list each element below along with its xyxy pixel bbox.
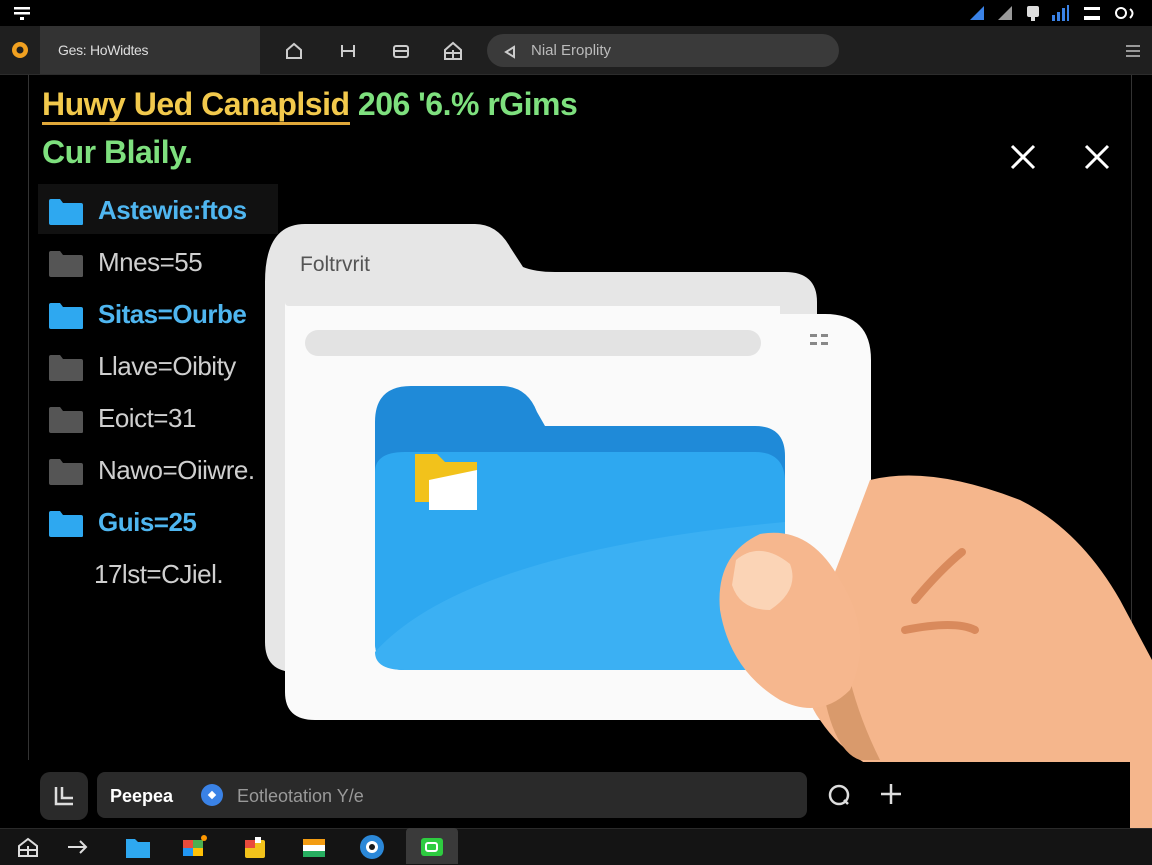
folder-list-item[interactable]: Astewie:ftos <box>38 184 278 234</box>
back-arrow-icon[interactable] <box>502 44 518 60</box>
folder-icon <box>49 511 83 537</box>
folder-list-item[interactable]: Sitas=Ourbe <box>38 288 278 338</box>
folder-list-label: Sitas=Ourbe <box>98 299 247 329</box>
tab-title: Ges: HoWidtes <box>58 42 149 58</box>
browser-icon[interactable] <box>358 834 386 860</box>
corner-layout-icon <box>54 787 73 806</box>
menu-icon[interactable] <box>12 4 32 22</box>
chat-icon[interactable] <box>418 834 446 860</box>
bookmark-button[interactable] <box>335 38 361 64</box>
folder-window-search-bar[interactable] <box>305 330 761 356</box>
folder-list-label: Llave=Oibity <box>98 351 236 381</box>
assistant-glyph-icon <box>207 790 217 800</box>
signal-bars-icon <box>1052 5 1069 21</box>
battery-icon <box>1084 7 1100 20</box>
page-title-primary: Huwy Ued Canaplsid <box>42 86 350 125</box>
taskbar <box>0 828 1152 865</box>
arrow-icon[interactable] <box>64 834 92 860</box>
folder-icon <box>49 303 83 329</box>
store-icon[interactable] <box>242 834 270 860</box>
browser-toolbar: Ges: HoWidtes Nial Eroplity <box>0 26 1152 75</box>
folder-list-label: Nawo=Oiiwre. <box>98 455 255 485</box>
refresh-icon[interactable] <box>826 782 852 808</box>
folder-list-item[interactable]: Nawo=Oiiwre. <box>38 444 278 494</box>
folder-list-label: 17lst=CJiel. <box>94 559 224 589</box>
small-folder-badge-icon <box>415 454 477 510</box>
folder-list-label: Astewie:ftos <box>98 195 247 225</box>
folder-icon <box>49 251 83 277</box>
folder-icon <box>49 459 83 485</box>
page-subtitle: Cur Blaily. <box>42 134 193 170</box>
browser-logo-icon <box>12 42 28 58</box>
photos-icon[interactable] <box>180 834 208 860</box>
page-title-stats: 206 '6.% rGims <box>357 86 578 122</box>
folder-icon <box>49 355 83 381</box>
assistant-icon[interactable] <box>201 784 223 806</box>
folder-list-label: Mnes=55 <box>98 247 203 277</box>
input-placeholder: Eotleotation Y/e <box>237 786 364 806</box>
files-icon[interactable] <box>124 834 152 860</box>
media-icon[interactable] <box>300 834 328 860</box>
close-icon[interactable] <box>1006 140 1040 174</box>
bookmark-icon <box>341 45 355 57</box>
folder-list-item[interactable]: Guis=25 <box>38 496 278 546</box>
home-button[interactable] <box>281 38 307 64</box>
folder-window-title: Foltrvrit <box>300 253 370 276</box>
folder-list-label: Guis=25 <box>98 507 197 537</box>
address-text: Nial Eroplity <box>531 42 612 59</box>
folder-icon <box>49 199 83 225</box>
wifi-icon <box>970 6 984 20</box>
folder-list-label: Eoict=31 <box>98 403 196 433</box>
signal-icon <box>998 6 1012 20</box>
input-tag-label: Peepea <box>110 786 174 806</box>
folder-list-item[interactable]: Llave=Oibity <box>38 340 278 390</box>
folder-list-item[interactable]: 17lst=CJiel. <box>38 548 278 598</box>
status-bar <box>0 0 1152 26</box>
hamburger-menu-icon[interactable] <box>1124 42 1142 60</box>
layout-button[interactable] <box>40 772 88 820</box>
folder-list-item[interactable]: Eoict=31 <box>38 392 278 442</box>
start-icon[interactable] <box>14 834 42 860</box>
tabs-button[interactable] <box>388 38 414 64</box>
close-icon[interactable] <box>1080 140 1114 174</box>
apps-button[interactable] <box>440 38 466 64</box>
notification-icon <box>1027 6 1039 21</box>
folder-list-item[interactable]: Mnes=55 <box>38 236 278 286</box>
apps-icon <box>444 41 462 60</box>
home-icon <box>286 42 302 59</box>
clock-icon <box>1115 7 1134 19</box>
folder-icon <box>49 407 83 433</box>
page-title: Huwy Ued Canaplsid 206 '6.% rGims <box>42 86 578 125</box>
add-icon[interactable] <box>877 780 905 808</box>
tabs-icon <box>393 45 409 58</box>
